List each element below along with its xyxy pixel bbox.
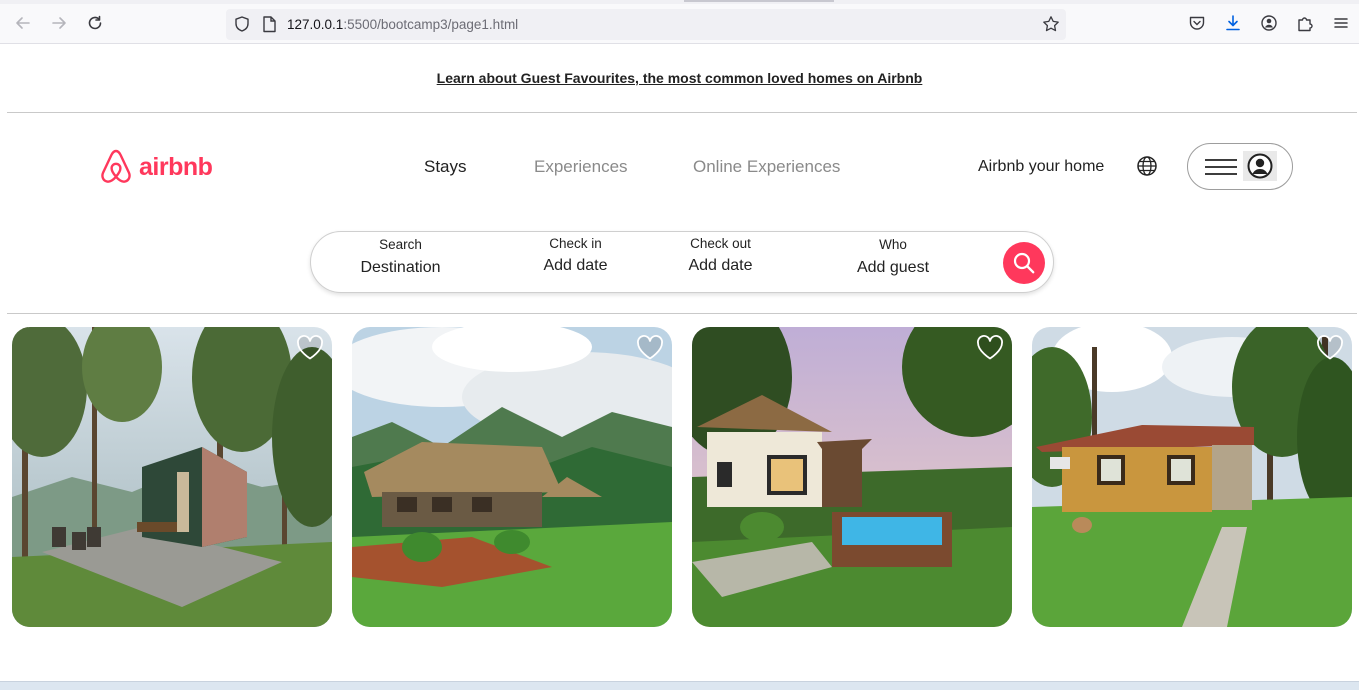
listing-photo-green-cabin <box>12 327 332 627</box>
page-icon <box>262 16 276 38</box>
favorite-heart-icon[interactable] <box>295 333 325 366</box>
favorite-heart-icon[interactable] <box>1315 333 1345 366</box>
account-icon[interactable] <box>1259 13 1279 33</box>
extensions-icon[interactable] <box>1295 13 1315 33</box>
listing-photo-pool-cottage <box>692 327 1012 627</box>
guest-favourites-link[interactable]: Learn about Guest Favourites, the most c… <box>437 70 923 86</box>
tab-stays[interactable]: Stays <box>424 157 467 177</box>
tab-strip <box>0 0 1359 4</box>
pocket-icon[interactable] <box>1187 13 1207 33</box>
listing-card[interactable] <box>692 327 1012 627</box>
listing-card[interactable] <box>12 327 332 627</box>
check-in-value: Add date <box>543 257 608 274</box>
airbnb-logo[interactable]: airbnb <box>99 148 213 186</box>
logo-wordmark: airbnb <box>139 152 213 181</box>
user-menu-button[interactable] <box>1187 143 1293 190</box>
avatar <box>1243 151 1277 181</box>
guests-value: Add guest <box>856 259 930 276</box>
banner-divider <box>7 112 1357 113</box>
airbnb-your-home-link[interactable]: Airbnb your home <box>978 158 1104 176</box>
announcement-banner: Learn about Guest Favourites, the most c… <box>0 44 1359 112</box>
favorite-heart-icon[interactable] <box>635 333 665 366</box>
airbnb-belo-icon <box>101 149 131 183</box>
active-tab-indicator <box>684 0 834 2</box>
reload-icon[interactable] <box>84 12 106 34</box>
tab-experiences[interactable]: Experiences <box>534 157 628 177</box>
listing-photo-wooden-cabin <box>1032 327 1352 627</box>
app-menu-icon[interactable] <box>1331 13 1351 33</box>
search-button[interactable] <box>1003 242 1045 284</box>
shield-icon[interactable] <box>233 15 251 38</box>
forward-icon[interactable] <box>48 12 70 34</box>
search-bar: Search Destination Check in Add date Che… <box>310 231 1054 293</box>
listing-card[interactable] <box>1032 327 1352 627</box>
taskbar-edge <box>0 681 1359 690</box>
globe-icon[interactable] <box>1136 155 1158 182</box>
listing-photo-thatched-hut <box>352 327 672 627</box>
search-divider <box>7 313 1357 314</box>
browser-toolbar: 127.0.0.1:5500/bootcamp3/page1.html <box>0 0 1359 44</box>
search-label: Search <box>379 237 422 252</box>
check-out-label: Check out <box>690 236 751 251</box>
back-icon[interactable] <box>12 12 34 34</box>
check-out-value: Add date <box>688 257 753 274</box>
destination-field[interactable]: Search Destination <box>353 237 448 277</box>
tab-online-experiences[interactable]: Online Experiences <box>693 157 840 177</box>
url-path: :5500/bootcamp3/page1.html <box>343 17 519 32</box>
user-avatar-icon <box>1247 153 1273 179</box>
bookmark-star-icon[interactable] <box>1042 15 1060 38</box>
favorite-heart-icon[interactable] <box>975 333 1005 366</box>
hamburger-icon <box>1204 158 1238 181</box>
who-label: Who <box>879 237 907 252</box>
check-in-label: Check in <box>549 236 602 251</box>
search-icon <box>1013 252 1035 274</box>
address-bar[interactable]: 127.0.0.1:5500/bootcamp3/page1.html <box>226 9 1066 40</box>
guests-field[interactable]: Who Add guest <box>848 237 938 277</box>
url-text[interactable]: 127.0.0.1:5500/bootcamp3/page1.html <box>287 17 518 32</box>
check-out-field[interactable]: Check out Add date <box>678 236 763 275</box>
downloads-icon[interactable] <box>1223 13 1243 33</box>
listing-card[interactable] <box>352 327 672 627</box>
check-in-field[interactable]: Check in Add date <box>533 236 618 275</box>
destination-value: Destination <box>360 259 441 276</box>
url-host: 127.0.0.1 <box>287 17 344 32</box>
